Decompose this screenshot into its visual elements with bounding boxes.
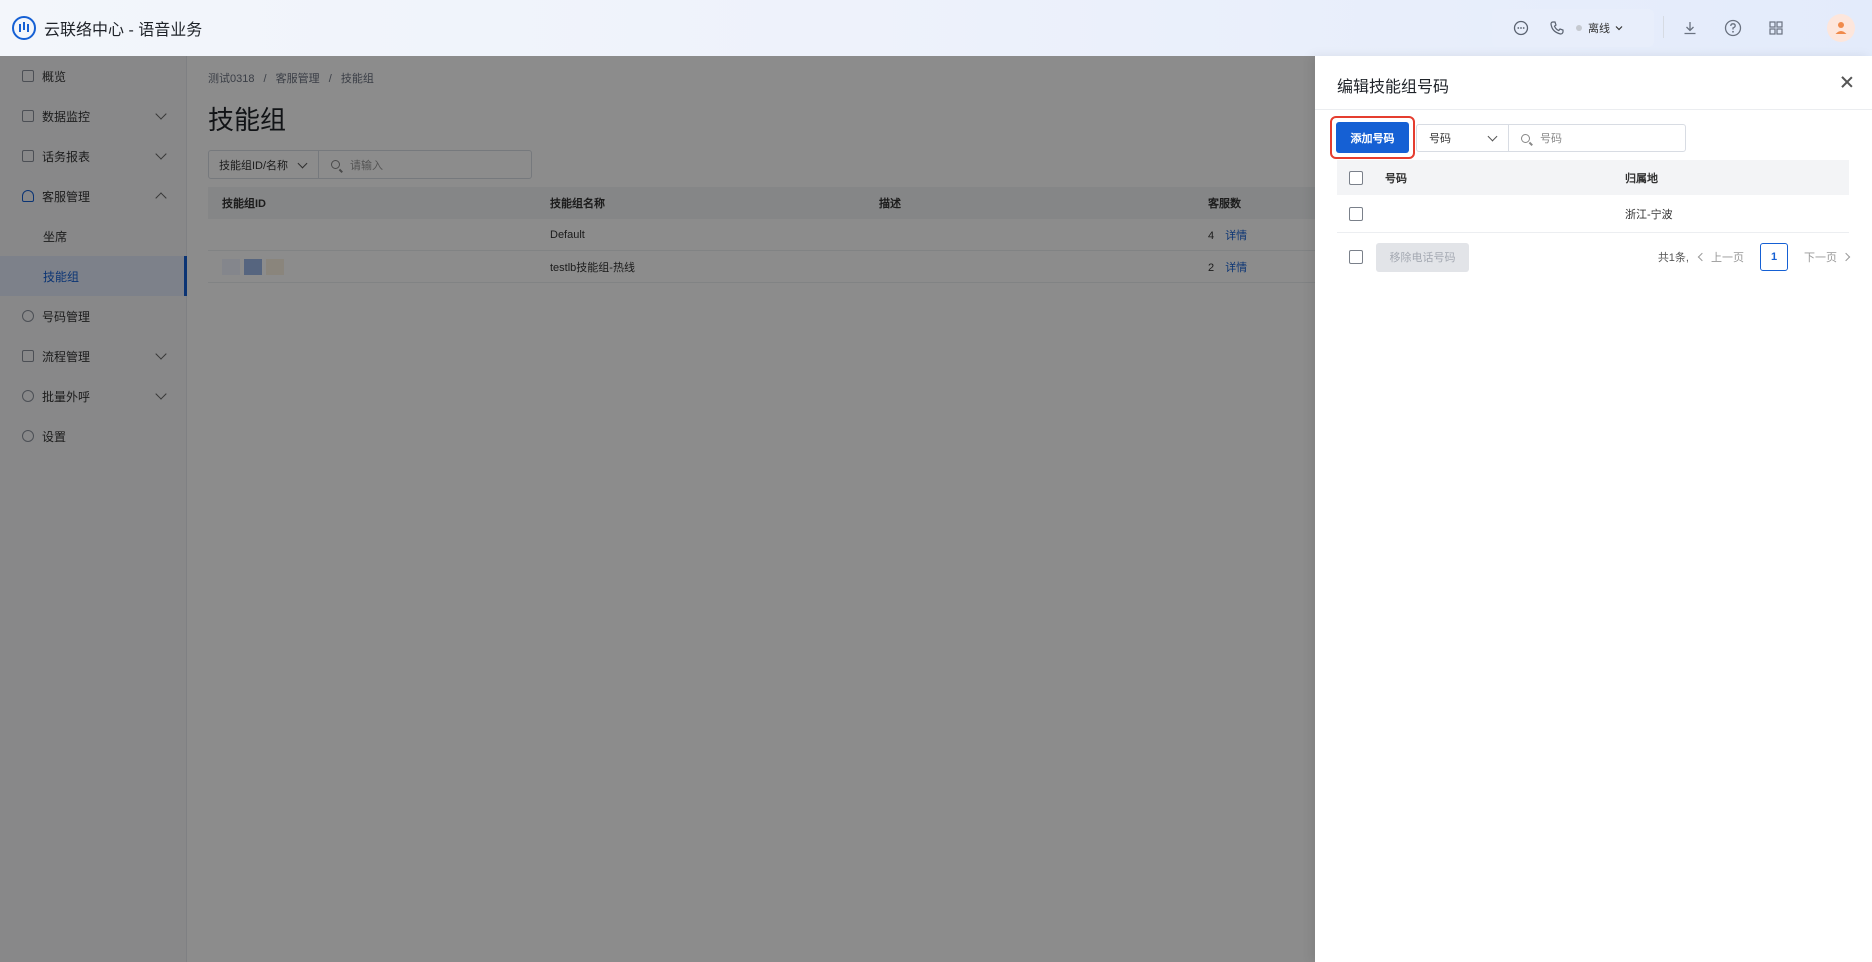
prev-page-button[interactable]: 上一页: [1697, 249, 1744, 265]
table-cell: 浙江-宁波: [1625, 208, 1673, 221]
status-label: 离线: [1588, 23, 1610, 35]
page-number[interactable]: 1: [1760, 243, 1788, 271]
next-page-label: 下一页: [1804, 252, 1837, 264]
status-dot: [1576, 25, 1582, 31]
chevron-right-icon: [1841, 252, 1851, 262]
call-toolbar: 离线: [1492, 9, 1654, 47]
edit-skill-group-numbers-drawer: 编辑技能组号码 添加号码 号码 号码 号码 归属地 浙江-宁波 移除电话号码 共…: [1315, 56, 1872, 962]
drawer-title: 编辑技能组号码: [1337, 79, 1450, 96]
footer-select-all-checkbox[interactable]: [1349, 250, 1363, 264]
divider: [1663, 16, 1664, 38]
total-count: 共1条,: [1657, 252, 1689, 264]
voice-logo-icon: [12, 16, 36, 40]
remove-number-button[interactable]: 移除电话号码: [1376, 242, 1469, 272]
app-title: 云联络中心 - 语音业务: [44, 22, 203, 39]
phone-icon[interactable]: [1548, 19, 1566, 37]
search-placeholder: 号码: [1540, 133, 1562, 145]
number-field-select[interactable]: 号码: [1417, 125, 1509, 151]
brand: 云联络中心 - 语音业务: [12, 16, 202, 40]
chevron-down-icon: [1615, 26, 1623, 31]
row-checkbox[interactable]: [1349, 206, 1363, 221]
close-icon[interactable]: [1839, 74, 1855, 90]
download-icon[interactable]: [1680, 18, 1700, 38]
next-page-button[interactable]: 下一页: [1804, 249, 1851, 265]
select-all-checkbox[interactable]: [1349, 170, 1363, 185]
prev-page-label: 上一页: [1711, 252, 1744, 264]
number-search-input[interactable]: 号码: [1509, 130, 1562, 146]
column-header: 归属地: [1625, 172, 1658, 185]
add-number-button[interactable]: 添加号码: [1336, 122, 1409, 153]
table-header: 号码 归属地: [1337, 160, 1849, 195]
number-search-filter: 号码 号码: [1416, 124, 1686, 152]
user-avatar[interactable]: [1827, 14, 1855, 42]
search-icon: [1521, 133, 1530, 143]
apps-grid-icon[interactable]: [1766, 18, 1786, 38]
table-footer: 移除电话号码 共1条, 上一页 1 下一页: [1337, 242, 1851, 272]
column-header: 号码: [1385, 172, 1407, 185]
highlight-box: 添加号码: [1330, 116, 1415, 159]
user-avatar-icon: [1835, 22, 1847, 34]
chevron-left-icon: [1697, 252, 1707, 262]
table-row: 浙江-宁波: [1337, 195, 1849, 233]
number-table: 号码 归属地 浙江-宁波: [1337, 160, 1849, 233]
modal-overlay[interactable]: [0, 56, 1315, 962]
help-icon[interactable]: [1723, 18, 1743, 38]
agent-status-dropdown[interactable]: 离线: [1576, 20, 1624, 36]
chat-icon[interactable]: [1512, 19, 1530, 37]
drawer-header: 编辑技能组号码: [1315, 56, 1872, 110]
pagination: 共1条, 上一页 1 下一页: [1657, 242, 1851, 272]
